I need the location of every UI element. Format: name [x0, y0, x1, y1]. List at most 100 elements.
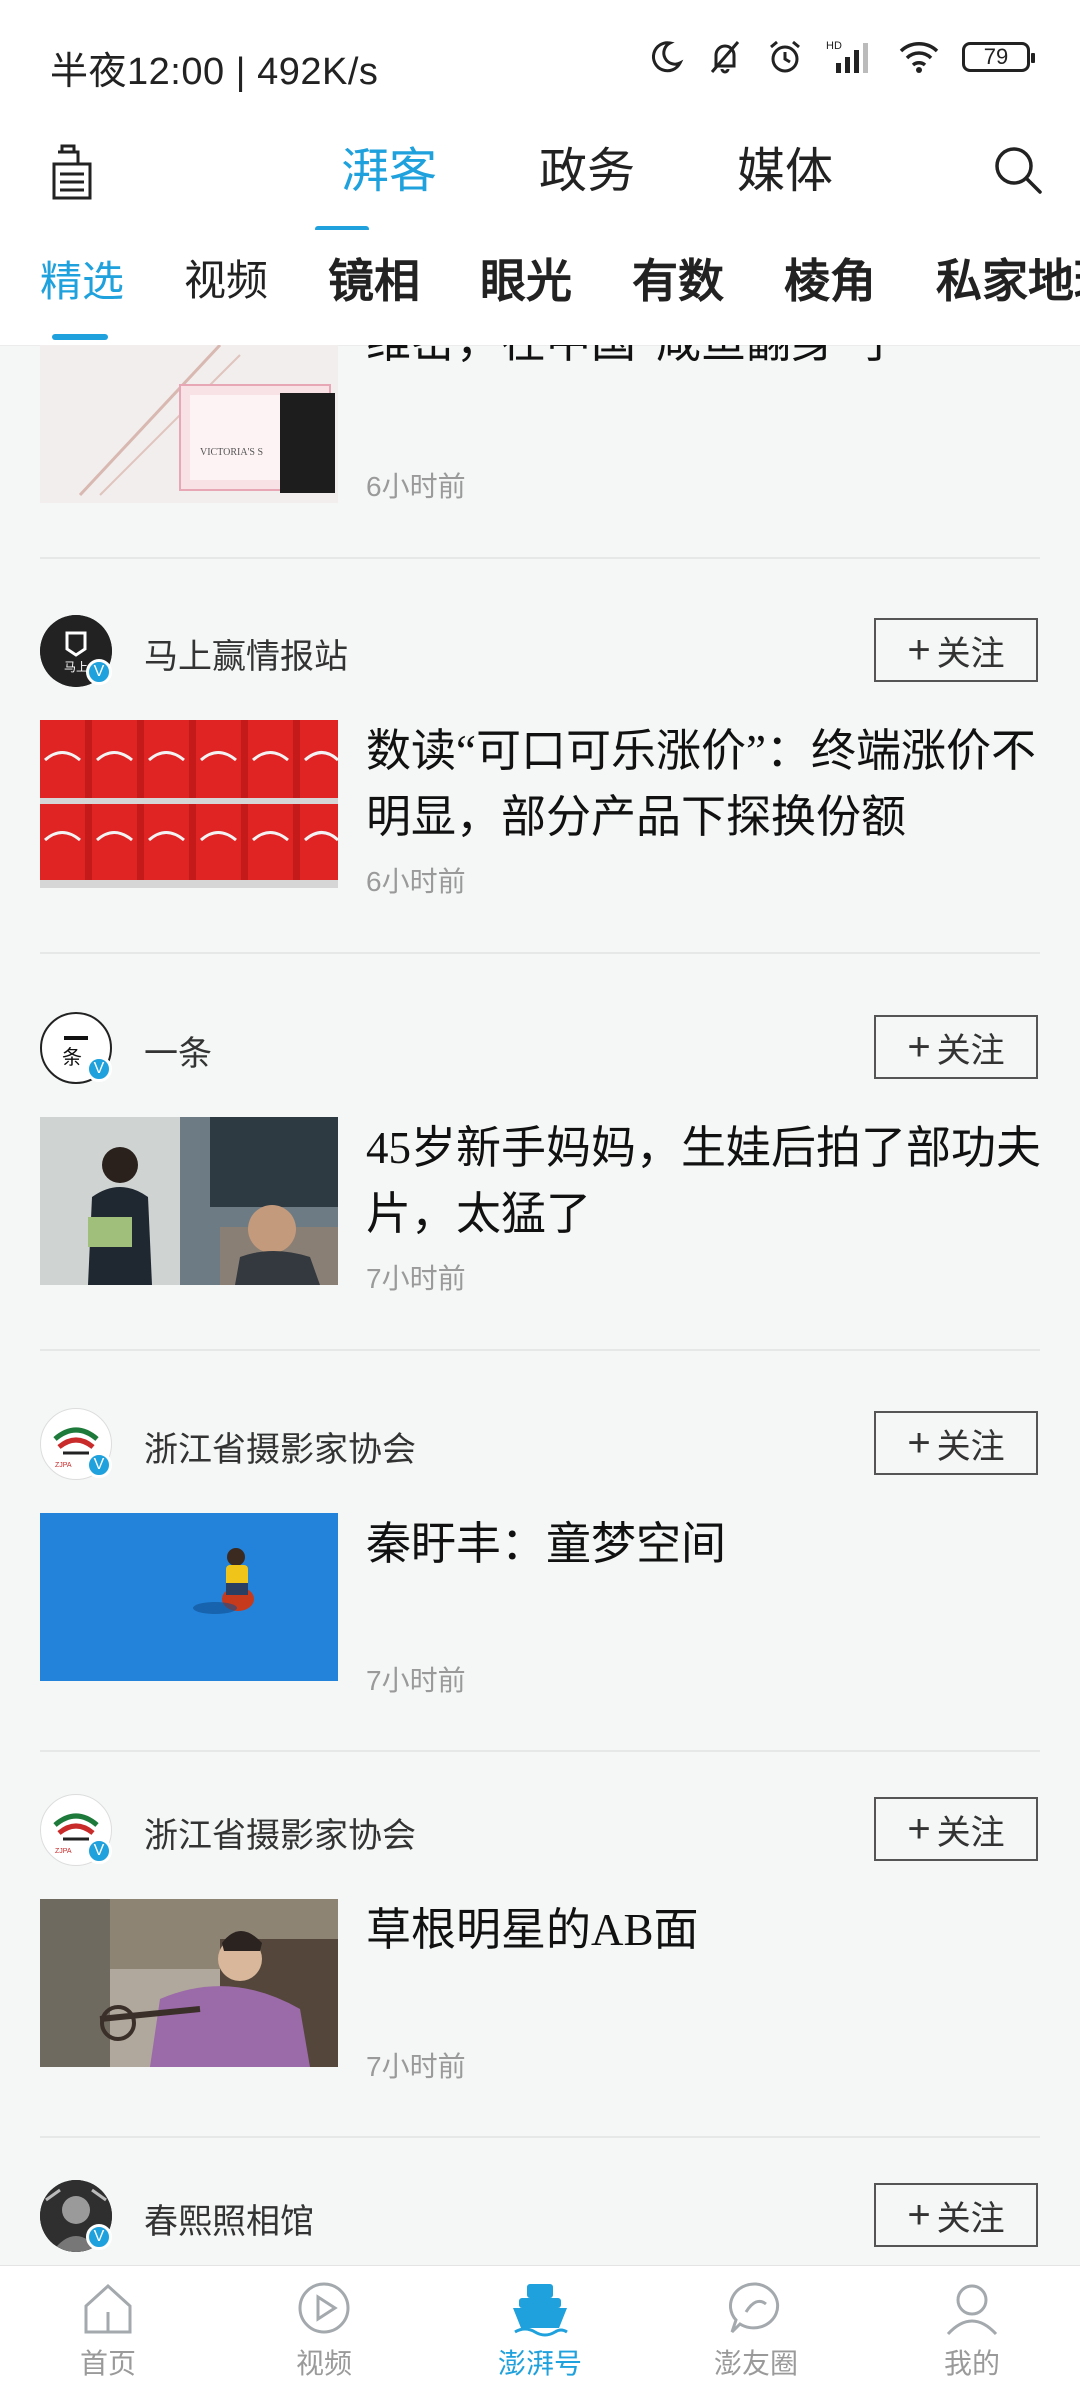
- tab-zhengwu[interactable]: 政务: [488, 132, 686, 222]
- author-name[interactable]: 浙江省摄影家协会: [144, 1422, 416, 1471]
- sub-tab-youshu[interactable]: 有数: [632, 252, 724, 312]
- home-icon: [84, 2283, 132, 2334]
- user-icon: [946, 2284, 998, 2336]
- follow-button[interactable]: + 关注: [874, 1015, 1038, 1079]
- follow-label: 关注: [936, 1814, 1005, 1852]
- article-feed[interactable]: VICTORIA'S S 维密，在中国“咸鱼翻身”了 6小时前 马上 V 马上赢…: [0, 345, 1080, 2265]
- main-tabs: 湃客 政务 媒体: [290, 132, 884, 232]
- article-thumbnail: VICTORIA'S S: [40, 345, 338, 503]
- svg-text:ZJPA: ZJPA: [55, 1462, 72, 1469]
- verified-badge-icon: V: [86, 1838, 112, 1864]
- sub-tab-label: 视频: [184, 259, 269, 305]
- tab-label: 媒体: [736, 145, 833, 198]
- bottom-tab-label: 澎湃号: [497, 2348, 582, 2379]
- article-title: 维密，在中国“咸鱼翻身”了: [366, 345, 1046, 375]
- article-title: 45岁新手妈妈，生娃后拍了部功夫片，太猛了: [366, 1123, 1042, 1239]
- battery-level: 79: [983, 44, 1009, 69]
- follow-label: 关注: [936, 1428, 1005, 1466]
- bottom-nav: 首页 视频 澎湃号 澎友圈 我的: [0, 2265, 1080, 2401]
- status-time: 半夜12:00 | 492K/s: [50, 51, 379, 93]
- tab-meiti[interactable]: 媒体: [686, 132, 884, 222]
- sub-nav: 精选 视频 镜相 眼光 有数 棱角 私家地理: [0, 230, 1080, 346]
- verified-badge-icon: V: [86, 1056, 112, 1082]
- divider: [40, 557, 1040, 559]
- sub-tab-label: 镜相: [328, 256, 421, 307]
- bottom-tab-pengyouquan[interactable]: 澎友圈: [648, 2266, 864, 2401]
- sub-tab-label: 棱角: [784, 256, 877, 307]
- tab-label: 政务: [538, 145, 635, 198]
- follow-label: 关注: [936, 2200, 1005, 2238]
- article-thumbnail: [40, 720, 338, 888]
- verified-badge-icon: V: [86, 2224, 112, 2250]
- bottom-tab-label: 我的: [943, 2348, 1000, 2379]
- plus-icon: +: [907, 1024, 931, 1069]
- sub-tab-video[interactable]: 视频: [184, 252, 268, 312]
- bell-mute-icon: [710, 41, 740, 74]
- divider: [40, 952, 1040, 954]
- article-title: 草根明星的AB面: [366, 1905, 699, 1955]
- bottom-tab-label: 视频: [295, 2348, 352, 2379]
- plus-icon: +: [907, 1806, 931, 1851]
- plus-icon: +: [907, 1420, 931, 1465]
- bottom-tab-pengpaihao[interactable]: 澎湃号: [432, 2266, 648, 2401]
- article-time: 6小时前: [366, 471, 466, 502]
- article-thumbnail: [40, 1513, 338, 1681]
- bottom-tab-label: 首页: [79, 2348, 136, 2379]
- news-bag-icon[interactable]: [48, 142, 100, 202]
- divider: [40, 1750, 1040, 1752]
- svg-text:HD: HD: [826, 40, 842, 52]
- boat-icon: [513, 2284, 568, 2337]
- article-time: 7小时前: [366, 2051, 466, 2082]
- article-time: 7小时前: [366, 1665, 466, 1696]
- article-time: 6小时前: [366, 866, 466, 897]
- search-icon[interactable]: [990, 142, 1046, 198]
- status-bar: 半夜12:00 | 492K/s HD 79: [0, 0, 1080, 120]
- article-title: 数读“可口可乐涨价”：终端涨价不明显，部分产品下探换份额: [366, 726, 1036, 842]
- plus-icon: +: [907, 627, 931, 672]
- sub-tab-label: 有数: [632, 256, 725, 307]
- article-thumbnail: [40, 1117, 338, 1285]
- author-name[interactable]: 一条: [144, 1026, 212, 1075]
- moon-icon: [651, 41, 684, 73]
- follow-label: 关注: [936, 1032, 1005, 1070]
- author-name[interactable]: 马上赢情报站: [144, 629, 348, 678]
- sub-tab-label: 精选: [40, 258, 125, 305]
- follow-label: 关注: [936, 635, 1005, 673]
- sub-tab-jingxiang[interactable]: 镜相: [328, 252, 420, 312]
- tab-paike[interactable]: 湃客: [290, 132, 488, 232]
- sub-tab-label: 眼光: [480, 256, 573, 307]
- sub-tab-lengjiao[interactable]: 棱角: [784, 252, 876, 312]
- alarm-icon: [770, 40, 800, 73]
- svg-text:VICTORIA'S S: VICTORIA'S S: [200, 447, 263, 458]
- author-name[interactable]: 春熙照相馆: [144, 2194, 314, 2243]
- sub-tab-yanguang[interactable]: 眼光: [480, 252, 572, 312]
- follow-button[interactable]: + 关注: [874, 618, 1038, 682]
- plus-icon: +: [907, 2192, 931, 2237]
- follow-button[interactable]: + 关注: [874, 1797, 1038, 1861]
- follow-button[interactable]: + 关注: [874, 1411, 1038, 1475]
- bottom-tab-profile[interactable]: 我的: [864, 2266, 1080, 2401]
- status-icons: HD 79: [648, 38, 1035, 76]
- tab-label: 湃客: [340, 145, 437, 198]
- article-title: 秦盱丰：童梦空间: [366, 1519, 727, 1569]
- play-icon: [298, 2282, 350, 2334]
- signal-hd-icon: HD: [826, 40, 868, 73]
- article-thumbnail: [40, 1899, 338, 2067]
- sub-tab-jingxuan[interactable]: 精选: [40, 252, 125, 340]
- bottom-tab-video[interactable]: 视频: [216, 2266, 432, 2401]
- divider: [40, 1349, 1040, 1351]
- sub-tab-sijiadili[interactable]: 私家地理: [936, 252, 1080, 312]
- bottom-tab-label: 澎友圈: [713, 2348, 798, 2379]
- svg-text:条: 条: [62, 1045, 82, 1069]
- wifi-icon: [899, 42, 939, 73]
- top-nav: 湃客 政务 媒体: [0, 120, 1080, 232]
- chat-icon: [728, 2282, 780, 2334]
- author-name[interactable]: 浙江省摄影家协会: [144, 1808, 416, 1857]
- verified-badge-icon: V: [86, 1452, 112, 1478]
- verified-badge-icon: V: [86, 659, 112, 685]
- sub-tab-label: 私家地理: [936, 256, 1080, 307]
- bottom-tab-home[interactable]: 首页: [0, 2266, 216, 2401]
- follow-button[interactable]: + 关注: [874, 2183, 1038, 2247]
- svg-text:马上: 马上: [64, 660, 88, 674]
- divider: [40, 2136, 1040, 2138]
